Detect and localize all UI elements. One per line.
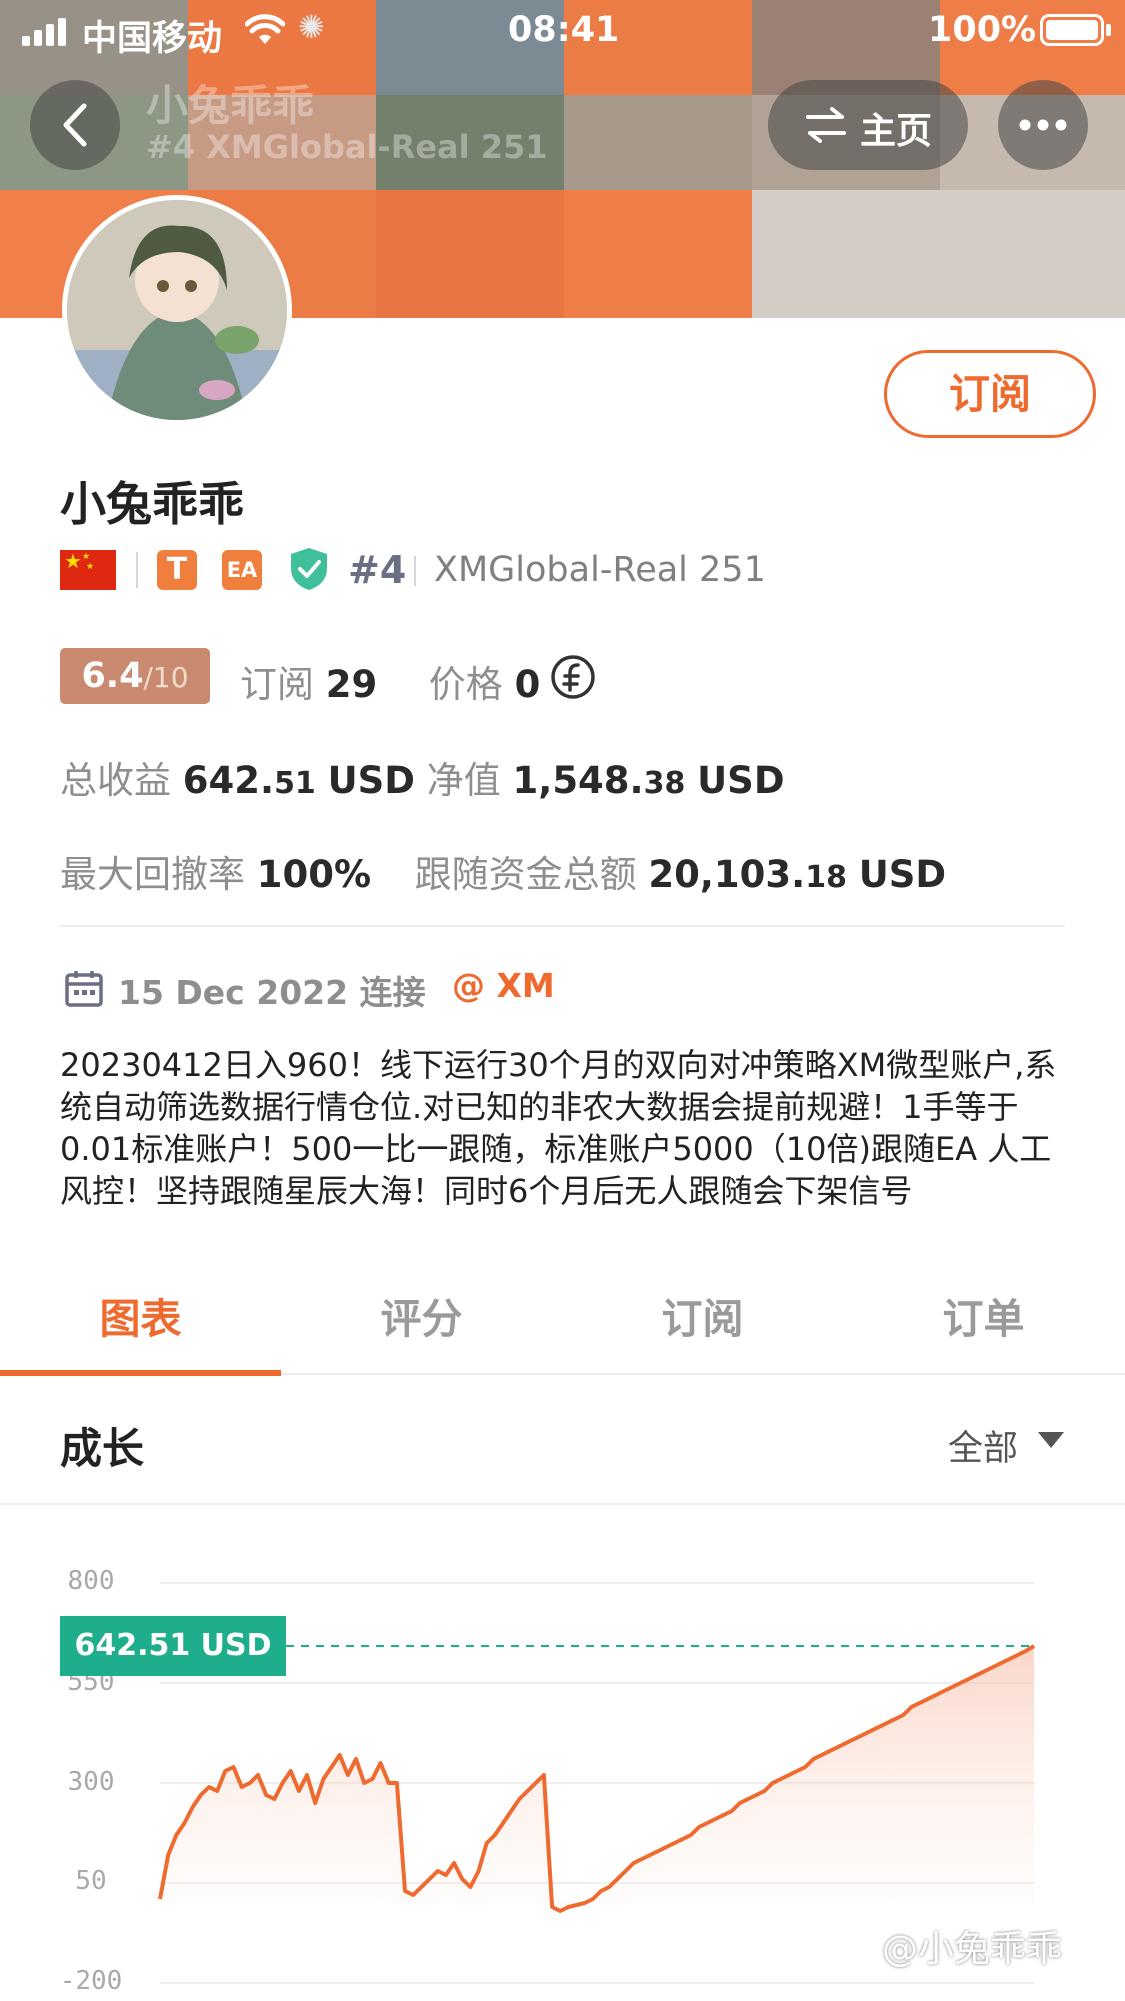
growth-chart[interactable] xyxy=(0,0,1125,2001)
growth-area xyxy=(160,1646,1034,1911)
current-value-tag: 642.51 USD xyxy=(60,1615,286,1676)
watermark: @小兔乖乖 xyxy=(882,1929,1063,1970)
